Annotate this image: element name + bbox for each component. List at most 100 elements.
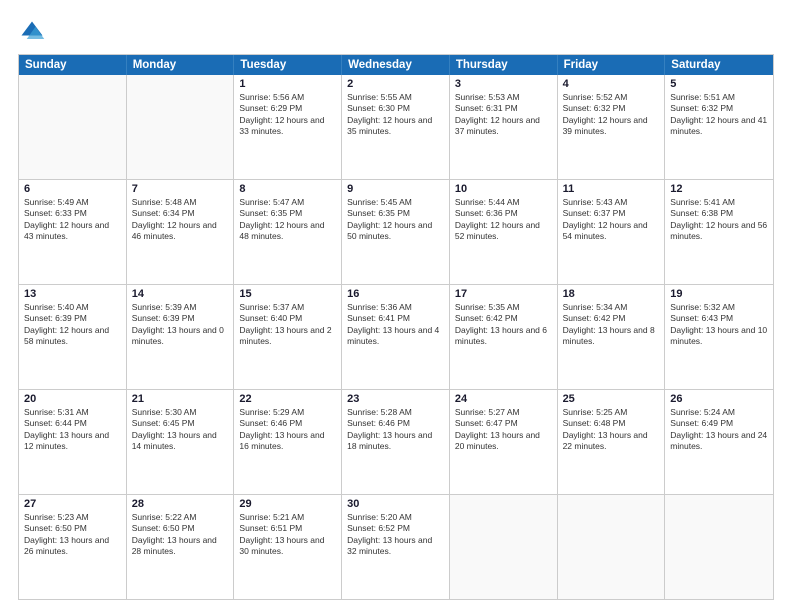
day-cell-20: 20 Sunrise: 5:31 AMSunset: 6:44 PMDayligh… [19,390,127,494]
day-cell-16: 16 Sunrise: 5:36 AMSunset: 6:41 PMDayligh… [342,285,450,389]
day-info: Sunrise: 5:22 AMSunset: 6:50 PMDaylight:… [132,512,229,558]
day-cell-24: 24 Sunrise: 5:27 AMSunset: 6:47 PMDayligh… [450,390,558,494]
day-cell-12: 12 Sunrise: 5:41 AMSunset: 6:38 PMDayligh… [665,180,773,284]
day-info: Sunrise: 5:30 AMSunset: 6:45 PMDaylight:… [132,407,229,453]
day-number: 23 [347,393,444,405]
day-number: 7 [132,183,229,195]
day-cell-8: 8 Sunrise: 5:47 AMSunset: 6:35 PMDaylight… [234,180,342,284]
day-number: 13 [24,288,121,300]
day-info: Sunrise: 5:25 AMSunset: 6:48 PMDaylight:… [563,407,660,453]
day-info: Sunrise: 5:55 AMSunset: 6:30 PMDaylight:… [347,92,444,138]
header-day-monday: Monday [127,55,235,75]
day-info: Sunrise: 5:49 AMSunset: 6:33 PMDaylight:… [24,197,121,243]
day-number: 12 [670,183,768,195]
day-cell-23: 23 Sunrise: 5:28 AMSunset: 6:46 PMDayligh… [342,390,450,494]
day-number: 21 [132,393,229,405]
day-info: Sunrise: 5:48 AMSunset: 6:34 PMDaylight:… [132,197,229,243]
day-info: Sunrise: 5:52 AMSunset: 6:32 PMDaylight:… [563,92,660,138]
calendar-row-3: 13 Sunrise: 5:40 AMSunset: 6:39 PMDayligh… [19,285,773,390]
day-number: 10 [455,183,552,195]
day-number: 3 [455,78,552,90]
calendar-row-2: 6Sunrise: 5:49 AMSunset: 6:33 PMDaylight… [19,180,773,285]
day-info: Sunrise: 5:24 AMSunset: 6:49 PMDaylight:… [670,407,768,453]
calendar-header: SundayMondayTuesdayWednesdayThursdayFrid… [19,55,773,75]
day-cell-5: 5 Sunrise: 5:51 AMSunset: 6:32 PMDaylight… [665,75,773,179]
day-info: Sunrise: 5:39 AMSunset: 6:39 PMDaylight:… [132,302,229,348]
day-number: 30 [347,498,444,510]
day-number: 15 [239,288,336,300]
day-info: Sunrise: 5:28 AMSunset: 6:46 PMDaylight:… [347,407,444,453]
day-cell-17: 17 Sunrise: 5:35 AMSunset: 6:42 PMDayligh… [450,285,558,389]
day-info: Sunrise: 5:20 AMSunset: 6:52 PMDaylight:… [347,512,444,558]
day-info: Sunrise: 5:23 AMSunset: 6:50 PMDaylight:… [24,512,121,558]
day-number: 9 [347,183,444,195]
day-cell-30: 30 Sunrise: 5:20 AMSunset: 6:52 PMDayligh… [342,495,450,599]
header-day-sunday: Sunday [19,55,127,75]
day-cell-4: 4 Sunrise: 5:52 AMSunset: 6:32 PMDaylight… [558,75,666,179]
day-info: Sunrise: 5:27 AMSunset: 6:47 PMDaylight:… [455,407,552,453]
day-cell-21: 21 Sunrise: 5:30 AMSunset: 6:45 PMDayligh… [127,390,235,494]
day-number: 27 [24,498,121,510]
day-cell-11: 11Sunrise: 5:43 AMSunset: 6:37 PMDayligh… [558,180,666,284]
day-cell-13: 13 Sunrise: 5:40 AMSunset: 6:39 PMDayligh… [19,285,127,389]
day-info: Sunrise: 5:43 AMSunset: 6:37 PMDaylight:… [563,197,660,243]
day-cell-25: 25 Sunrise: 5:25 AMSunset: 6:48 PMDayligh… [558,390,666,494]
day-info: Sunrise: 5:51 AMSunset: 6:32 PMDaylight:… [670,92,768,138]
day-number: 18 [563,288,660,300]
logo [18,18,50,46]
day-info: Sunrise: 5:47 AMSunset: 6:35 PMDaylight:… [239,197,336,243]
day-info: Sunrise: 5:40 AMSunset: 6:39 PMDaylight:… [24,302,121,348]
day-cell-10: 10 Sunrise: 5:44 AMSunset: 6:36 PMDayligh… [450,180,558,284]
empty-cell [19,75,127,179]
empty-cell [127,75,235,179]
day-info: Sunrise: 5:31 AMSunset: 6:44 PMDaylight:… [24,407,121,453]
header-day-saturday: Saturday [665,55,773,75]
day-cell-27: 27 Sunrise: 5:23 AMSunset: 6:50 PMDayligh… [19,495,127,599]
day-info: Sunrise: 5:36 AMSunset: 6:41 PMDaylight:… [347,302,444,348]
day-info: Sunrise: 5:32 AMSunset: 6:43 PMDaylight:… [670,302,768,348]
day-cell-26: 26 Sunrise: 5:24 AMSunset: 6:49 PMDayligh… [665,390,773,494]
day-cell-19: 19 Sunrise: 5:32 AMSunset: 6:43 PMDayligh… [665,285,773,389]
day-info: Sunrise: 5:37 AMSunset: 6:40 PMDaylight:… [239,302,336,348]
empty-cell [558,495,666,599]
day-cell-22: 22Sunrise: 5:29 AMSunset: 6:46 PMDayligh… [234,390,342,494]
day-info: Sunrise: 5:35 AMSunset: 6:42 PMDaylight:… [455,302,552,348]
day-number: 17 [455,288,552,300]
header-day-thursday: Thursday [450,55,558,75]
day-info: Sunrise: 5:29 AMSunset: 6:46 PMDaylight:… [239,407,336,453]
day-number: 29 [239,498,336,510]
day-cell-18: 18 Sunrise: 5:34 AMSunset: 6:42 PMDayligh… [558,285,666,389]
calendar-row-4: 20 Sunrise: 5:31 AMSunset: 6:44 PMDayligh… [19,390,773,495]
day-info: Sunrise: 5:44 AMSunset: 6:36 PMDaylight:… [455,197,552,243]
day-number: 25 [563,393,660,405]
day-info: Sunrise: 5:53 AMSunset: 6:31 PMDaylight:… [455,92,552,138]
day-number: 24 [455,393,552,405]
day-number: 5 [670,78,768,90]
day-cell-2: 2 Sunrise: 5:55 AMSunset: 6:30 PMDaylight… [342,75,450,179]
logo-icon [18,18,46,46]
day-info: Sunrise: 5:34 AMSunset: 6:42 PMDaylight:… [563,302,660,348]
day-number: 28 [132,498,229,510]
header-day-tuesday: Tuesday [234,55,342,75]
day-number: 8 [239,183,336,195]
day-info: Sunrise: 5:21 AMSunset: 6:51 PMDaylight:… [239,512,336,558]
day-cell-9: 9Sunrise: 5:45 AMSunset: 6:35 PMDaylight… [342,180,450,284]
page: SundayMondayTuesdayWednesdayThursdayFrid… [0,0,792,612]
day-info: Sunrise: 5:41 AMSunset: 6:38 PMDaylight:… [670,197,768,243]
header-day-wednesday: Wednesday [342,55,450,75]
calendar-row-5: 27 Sunrise: 5:23 AMSunset: 6:50 PMDayligh… [19,495,773,599]
day-number: 2 [347,78,444,90]
empty-cell [665,495,773,599]
calendar-body: 1Sunrise: 5:56 AMSunset: 6:29 PMDaylight… [19,75,773,599]
day-number: 4 [563,78,660,90]
day-number: 19 [670,288,768,300]
day-cell-1: 1Sunrise: 5:56 AMSunset: 6:29 PMDaylight… [234,75,342,179]
day-number: 20 [24,393,121,405]
day-number: 26 [670,393,768,405]
day-number: 16 [347,288,444,300]
empty-cell [450,495,558,599]
day-cell-28: 28 Sunrise: 5:22 AMSunset: 6:50 PMDayligh… [127,495,235,599]
day-cell-29: 29 Sunrise: 5:21 AMSunset: 6:51 PMDayligh… [234,495,342,599]
day-cell-7: 7 Sunrise: 5:48 AMSunset: 6:34 PMDaylight… [127,180,235,284]
calendar: SundayMondayTuesdayWednesdayThursdayFrid… [18,54,774,600]
